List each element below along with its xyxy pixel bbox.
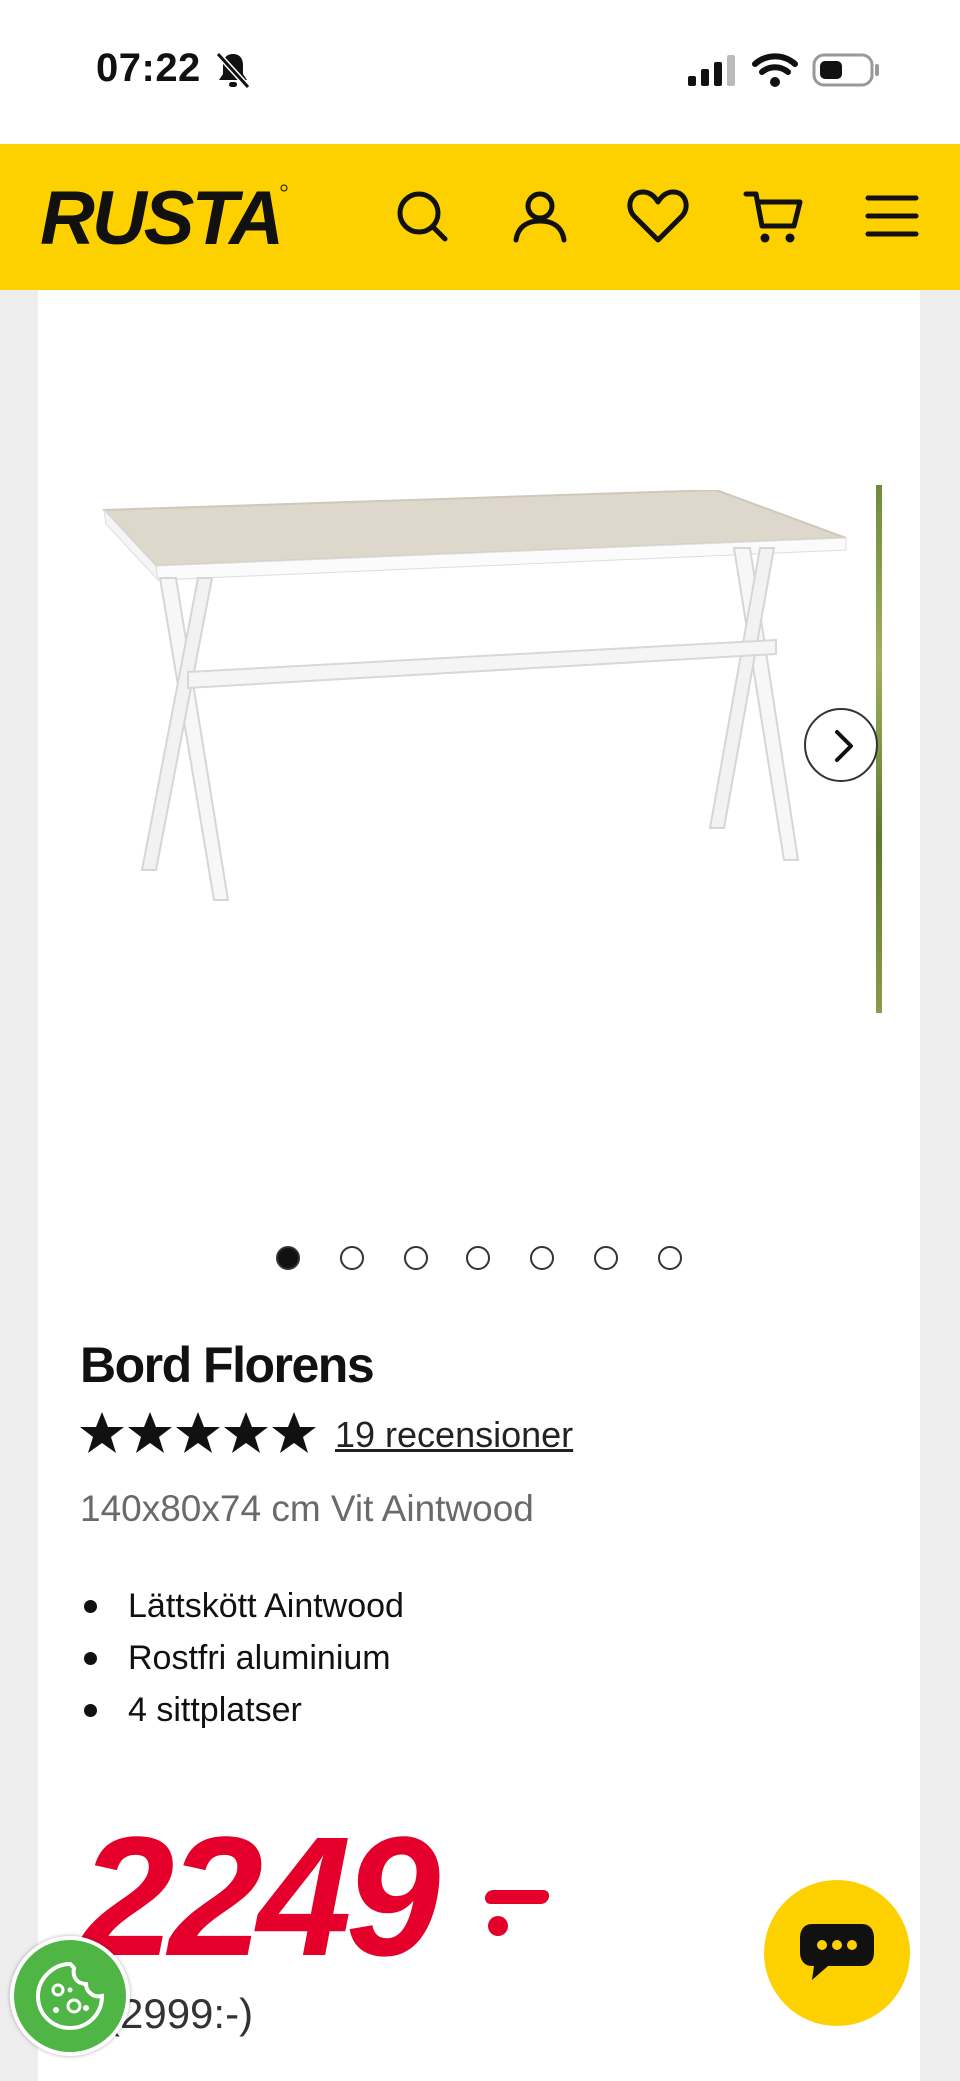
product-image: [101, 490, 847, 901]
heart-icon[interactable]: [626, 184, 690, 248]
battery-icon: [812, 53, 879, 87]
feature-list: Lättskött Aintwood Rostfri aluminium 4 s…: [80, 1580, 404, 1736]
chevron-right-icon: [835, 730, 853, 762]
gallery-next-button[interactable]: [804, 708, 878, 782]
gallery-dot[interactable]: [276, 1246, 300, 1270]
gallery-dot[interactable]: [404, 1246, 428, 1270]
site-header: RUSTA: [0, 144, 960, 290]
gallery-dot[interactable]: [594, 1246, 618, 1270]
reviews-link[interactable]: 19 recensioner: [335, 1414, 573, 1456]
rating-stars-icon: [80, 1412, 316, 1453]
feature-item: Rostfri aluminium: [80, 1632, 404, 1684]
cookie-settings-button[interactable]: [10, 1936, 130, 2056]
product-subtitle: 140x80x74 cm Vit Aintwood: [80, 1488, 534, 1529]
rusta-logo[interactable]: RUSTA: [36, 174, 296, 262]
gallery-dot[interactable]: [466, 1246, 490, 1270]
svg-text:RUSTA: RUSTA: [40, 176, 281, 261]
product-title: Bord Florens: [80, 1337, 375, 1393]
chat-button[interactable]: [764, 1880, 910, 2026]
chat-bubble-icon: [800, 1924, 874, 1980]
gallery-dot[interactable]: [340, 1246, 364, 1270]
wifi-icon: [752, 53, 798, 87]
price-dash-icon: [484, 1890, 550, 1936]
feature-item: 4 sittplatser: [80, 1684, 404, 1736]
search-icon[interactable]: [390, 184, 454, 248]
bell-muted-icon: [215, 51, 251, 90]
gallery-dot[interactable]: [658, 1246, 682, 1270]
status-time: 07:22: [96, 46, 201, 90]
gallery-dot[interactable]: [530, 1246, 554, 1270]
cellular-signal-icon: [688, 55, 735, 86]
feature-item: Lättskött Aintwood: [80, 1580, 404, 1632]
cart-icon[interactable]: [742, 184, 806, 248]
product-price: 2249: [80, 1802, 440, 1992]
account-icon[interactable]: [508, 184, 572, 248]
menu-icon[interactable]: [860, 184, 924, 248]
cookie-icon: [35, 1961, 105, 2031]
status-bar: 07:22: [0, 0, 960, 144]
product-image-gallery[interactable]: [38, 290, 920, 1240]
